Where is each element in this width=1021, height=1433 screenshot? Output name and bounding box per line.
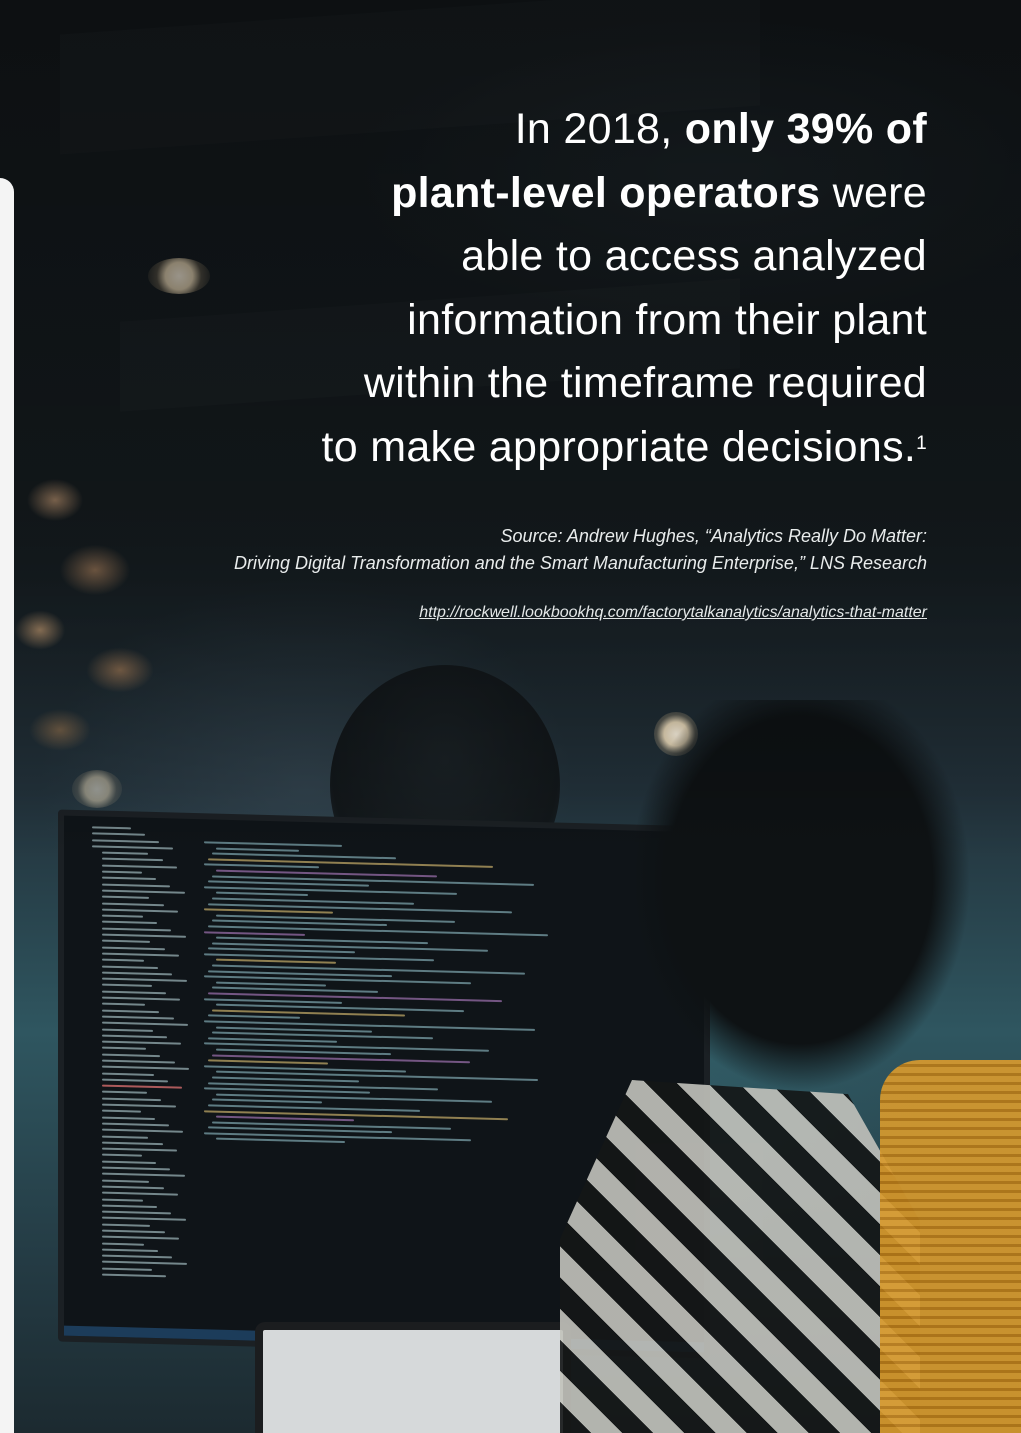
headline-line-1: In 2018, only 39% of <box>514 105 927 153</box>
page-edge-bar <box>0 178 14 1433</box>
headline-line-5: within the timeframe required <box>363 359 927 407</box>
source-line-1: Source: Andrew Hughes, “Analytics Really… <box>500 526 927 546</box>
footnote-marker: 1 <box>916 432 927 454</box>
source-line-2: Driving Digital Transformation and the S… <box>234 553 927 573</box>
source-link[interactable]: http://rockwell.lookbookhq.com/factoryta… <box>419 604 927 622</box>
headline: In 2018, only 39% of plant-level operato… <box>67 98 927 479</box>
headline-line-6: to make appropriate decisions.1 <box>321 422 927 471</box>
headline-line-4: information from their plant <box>407 295 927 344</box>
headline-line-2: plant-level operators were <box>391 168 927 217</box>
headline-line-3: able to access analyzed <box>461 232 927 280</box>
text-overlay: In 2018, only 39% of plant-level operato… <box>67 98 927 622</box>
headline-emphasis: plant-level operators <box>391 168 821 217</box>
headline-emphasis: only 39% of <box>684 105 927 153</box>
source-citation: Source: Andrew Hughes, “Analytics Really… <box>67 523 927 577</box>
